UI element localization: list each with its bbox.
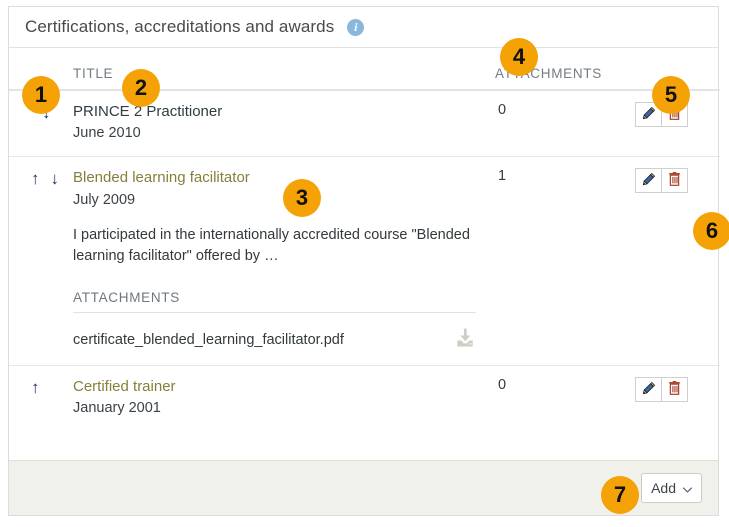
callout-badge-5: 5 [652, 76, 690, 114]
edit-button[interactable] [635, 377, 662, 402]
delete-button[interactable] [661, 377, 688, 402]
row-action-buttons [635, 377, 688, 402]
callout-badge-1: 1 [22, 76, 60, 114]
attachment-file-name[interactable]: certificate_blended_learning_facilitator… [73, 332, 344, 348]
attachments-count: 1 [495, 168, 635, 184]
add-button-label: Add [651, 480, 676, 496]
download-icon[interactable] [454, 327, 476, 353]
row-action-buttons [635, 168, 688, 193]
callout-badge-3: 3 [283, 179, 321, 217]
pencil-icon [642, 381, 656, 398]
actions-cell [635, 157, 720, 366]
actions-cell [635, 366, 720, 432]
certifications-table: TITLE ATTACHMENTS ↓ PRINCE 2 Practiti [9, 48, 720, 431]
trash-icon [668, 172, 681, 189]
attachments-count: 0 [495, 377, 635, 393]
move-up-icon[interactable]: ↑ [31, 379, 40, 396]
title-cell: Certified trainer January 2001 [73, 366, 495, 432]
attachment-item: certificate_blended_learning_facilitator… [73, 327, 476, 353]
attachments-cell: 0 [495, 90, 635, 157]
attachments-count: 0 [495, 102, 635, 118]
callout-badge-2: 2 [122, 69, 160, 107]
pencil-icon [642, 106, 656, 123]
trash-icon [668, 381, 681, 398]
reorder-cell: ↑ ↓ [9, 157, 73, 366]
item-date: June 2010 [73, 123, 495, 144]
chevron-down-icon [683, 480, 692, 496]
callout-badge-6: 6 [693, 212, 729, 250]
item-description: I participated in the internationally ac… [73, 225, 473, 269]
table-row: ↑ ↓ Blended learning facilitator July 20… [9, 157, 720, 366]
item-title[interactable]: Blended learning facilitator [73, 168, 495, 188]
table-row: ↓ PRINCE 2 Practitioner June 2010 0 [9, 90, 720, 157]
title-cell: Blended learning facilitator July 2009 I… [73, 157, 495, 366]
attachments-cell: 1 [495, 157, 635, 366]
panel-header: Certifications, accreditations and award… [9, 7, 718, 48]
info-icon[interactable]: i [347, 19, 364, 36]
table-region: TITLE ATTACHMENTS ↓ PRINCE 2 Practiti [9, 48, 718, 431]
move-up-icon[interactable]: ↑ [31, 170, 40, 187]
attachments-cell: 0 [495, 366, 635, 432]
certifications-panel: Certifications, accreditations and award… [8, 6, 719, 516]
page-title: Certifications, accreditations and award… [25, 17, 334, 37]
item-date: January 2001 [73, 398, 495, 419]
attachments-subheading: ATTACHMENTS [73, 290, 476, 313]
pencil-icon [642, 172, 656, 189]
callout-badge-4: 4 [500, 38, 538, 76]
table-row: ↑ Certified trainer January 2001 0 [9, 366, 720, 432]
add-button[interactable]: Add [641, 473, 702, 503]
item-title[interactable]: Certified trainer [73, 377, 495, 397]
table-header-row: TITLE ATTACHMENTS [9, 48, 720, 90]
reorder-cell: ↑ [9, 366, 73, 432]
callout-badge-7: 7 [601, 476, 639, 514]
delete-button[interactable] [661, 168, 688, 193]
move-down-icon[interactable]: ↓ [51, 170, 60, 187]
edit-button[interactable] [635, 168, 662, 193]
